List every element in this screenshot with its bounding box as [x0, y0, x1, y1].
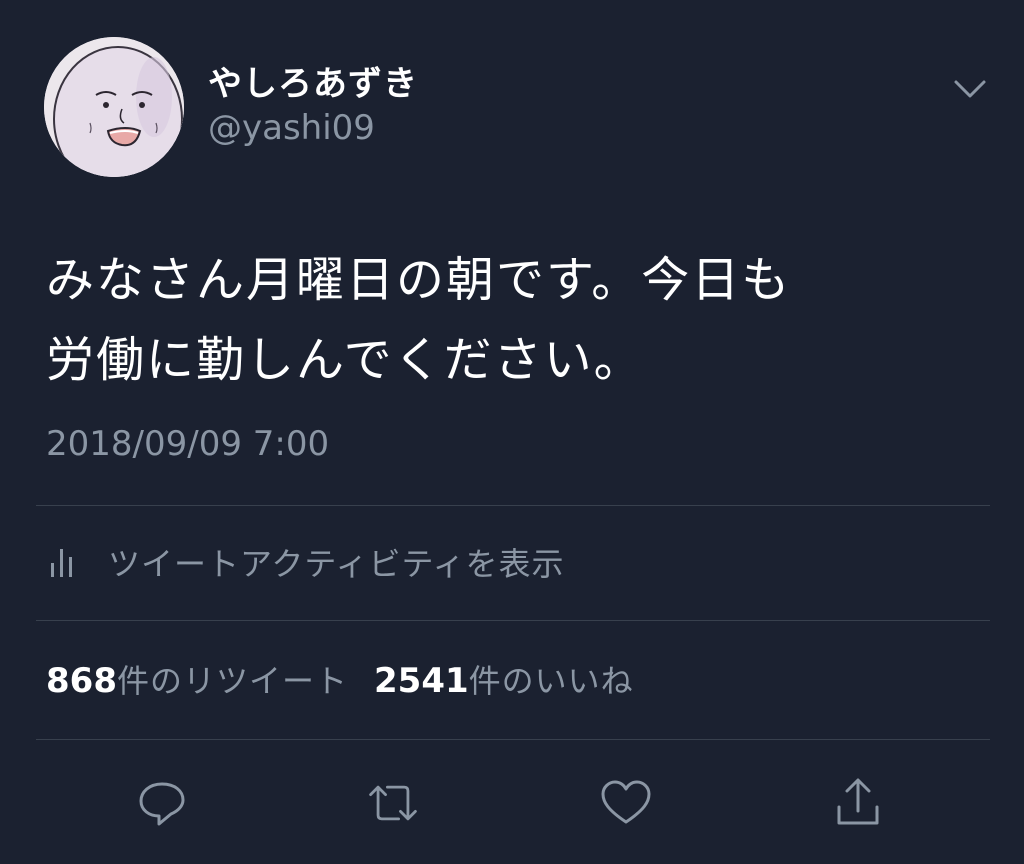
bar-chart-icon [51, 549, 72, 577]
tweet-timestamp: 2018/09/09 7:00 [46, 424, 330, 464]
activity-label: ツイートアクティビティを表示 [108, 545, 565, 583]
view-tweet-activity[interactable]: ツイートアクティビティを表示 [46, 534, 986, 590]
display-name[interactable]: やしろあずき [208, 56, 418, 105]
tweet-stats: 868 件のリツイート 2541 件のいいね [46, 656, 660, 706]
retweet-label: 件のリツイート [116, 662, 348, 700]
like-count: 2541 [374, 661, 469, 701]
reply-icon [139, 782, 185, 826]
divider [36, 739, 990, 740]
tweet-text: みなさん月曜日の朝です。今日も 労働に勤しんでください。 [46, 252, 792, 388]
share-icon [837, 778, 879, 825]
retweet-count: 868 [46, 661, 117, 701]
chevron-down-icon[interactable] [950, 74, 990, 102]
share-button[interactable] [830, 775, 886, 831]
like-icon [601, 780, 651, 824]
divider [36, 620, 990, 621]
user-handle[interactable]: @yashi09 [208, 108, 375, 148]
like-button[interactable] [598, 775, 654, 831]
avatar-face-image [44, 37, 184, 177]
like-count-link[interactable]: 2541 件のいいね [374, 656, 634, 702]
retweet-button[interactable] [365, 775, 421, 831]
retweet-count-link[interactable]: 868 件のリツイート [46, 656, 348, 702]
reply-button[interactable] [134, 775, 190, 831]
like-label: 件のいいね [468, 662, 634, 700]
divider [36, 505, 990, 506]
retweet-icon [369, 785, 417, 821]
avatar[interactable] [44, 37, 184, 177]
